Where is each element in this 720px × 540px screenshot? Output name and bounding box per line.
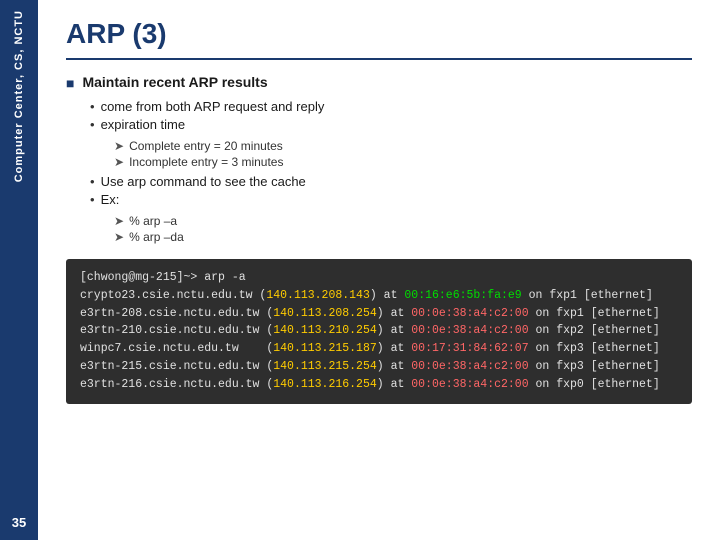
arrow-text-arp-da: % arp –da	[129, 230, 184, 244]
arrow-bullet-incomplete: ➤ Incomplete entry = 3 minutes	[114, 155, 692, 169]
arrow-icon-4: ➤	[114, 230, 124, 244]
sub-dot-icon-1: •	[90, 99, 95, 114]
title-divider	[66, 58, 692, 60]
sub-dot-icon-4: •	[90, 192, 95, 207]
terminal-line: e3rtn-215.csie.nctu.edu.tw (140.113.215.…	[80, 358, 678, 376]
sidebar-label: Computer Center, CS, NCTU	[12, 10, 26, 182]
arrow-bullet-arp-a: ➤ % arp –a	[114, 214, 692, 228]
terminal-line: winpc7.csie.nctu.edu.tw (140.113.215.187…	[80, 340, 678, 358]
main-bullet-text: Maintain recent ARP results	[82, 74, 267, 90]
sub-bullet-text-2: expiration time	[101, 117, 186, 132]
terminal-line: crypto23.csie.nctu.edu.tw (140.113.208.1…	[80, 287, 678, 305]
sub-bullets-group1: • come from both ARP request and reply •…	[90, 99, 692, 135]
page-title: ARP (3)	[66, 18, 692, 50]
terminal-line: [chwong@mg-215]~> arp -a	[80, 269, 678, 287]
arrow-bullets-expiration: ➤ Complete entry = 20 minutes ➤ Incomple…	[114, 139, 692, 171]
arrow-text-arp-a: % arp –a	[129, 214, 177, 228]
sub-bullet-text-4: Ex:	[101, 192, 120, 207]
arrow-bullets-ex: ➤ % arp –a ➤ % arp –da	[114, 214, 692, 246]
sub-bullet-1: • come from both ARP request and reply	[90, 99, 692, 114]
arrow-icon-2: ➤	[114, 155, 124, 169]
sidebar: Computer Center, CS, NCTU 35	[0, 0, 38, 540]
sub-dot-icon-2: •	[90, 117, 95, 132]
terminal-line: e3rtn-216.csie.nctu.edu.tw (140.113.216.…	[80, 376, 678, 394]
arrow-bullet-arp-da: ➤ % arp –da	[114, 230, 692, 244]
sub-bullet-4: • Ex:	[90, 192, 692, 207]
sub-bullet-3: • Use arp command to see the cache	[90, 174, 692, 189]
arrow-text-complete: Complete entry = 20 minutes	[129, 139, 283, 153]
arrow-text-incomplete: Incomplete entry = 3 minutes	[129, 155, 283, 169]
bullet-square-icon: ■	[66, 75, 74, 91]
sub-bullet-text-3: Use arp command to see the cache	[101, 174, 306, 189]
arrow-bullet-complete: ➤ Complete entry = 20 minutes	[114, 139, 692, 153]
main-content: ARP (3) ■ Maintain recent ARP results • …	[38, 0, 720, 540]
sub-bullet-text-1: come from both ARP request and reply	[101, 99, 325, 114]
content-area: ■ Maintain recent ARP results • come fro…	[66, 74, 692, 528]
arrow-icon-3: ➤	[114, 214, 124, 228]
main-bullet-maintain: ■ Maintain recent ARP results	[66, 74, 692, 91]
terminal-line: e3rtn-210.csie.nctu.edu.tw (140.113.210.…	[80, 322, 678, 340]
sub-bullet-2: • expiration time	[90, 117, 692, 132]
terminal-output: [chwong@mg-215]~> arp -acrypto23.csie.nc…	[66, 259, 692, 404]
sub-bullets-group2: • Use arp command to see the cache • Ex:	[90, 174, 692, 210]
arrow-icon-1: ➤	[114, 139, 124, 153]
sub-dot-icon-3: •	[90, 174, 95, 189]
page-number: 35	[12, 515, 26, 530]
terminal-line: e3rtn-208.csie.nctu.edu.tw (140.113.208.…	[80, 305, 678, 323]
